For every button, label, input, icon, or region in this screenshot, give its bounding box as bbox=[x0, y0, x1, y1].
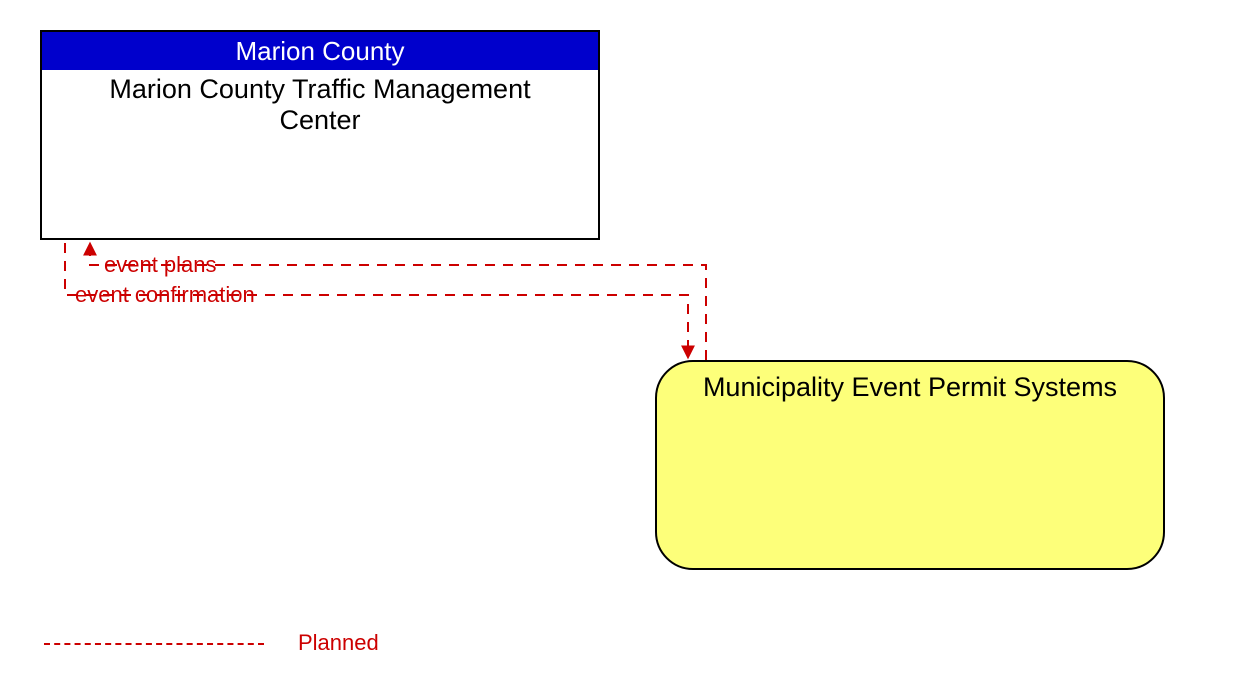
legend-planned-label: Planned bbox=[298, 630, 379, 656]
node-county-title: Marion County Traffic Management Center bbox=[42, 70, 598, 136]
flow-label-event-plans: event plans bbox=[104, 252, 217, 278]
legend-planned-line bbox=[44, 643, 264, 645]
node-county-traffic-mgmt-center: Marion County Marion County Traffic Mana… bbox=[40, 30, 600, 240]
flow-label-event-confirmation: event confirmation bbox=[75, 282, 255, 308]
node-county-header: Marion County bbox=[42, 32, 598, 70]
node-municipality-event-permit-systems: Municipality Event Permit Systems bbox=[655, 360, 1165, 570]
node-municipality-title: Municipality Event Permit Systems bbox=[657, 372, 1163, 403]
